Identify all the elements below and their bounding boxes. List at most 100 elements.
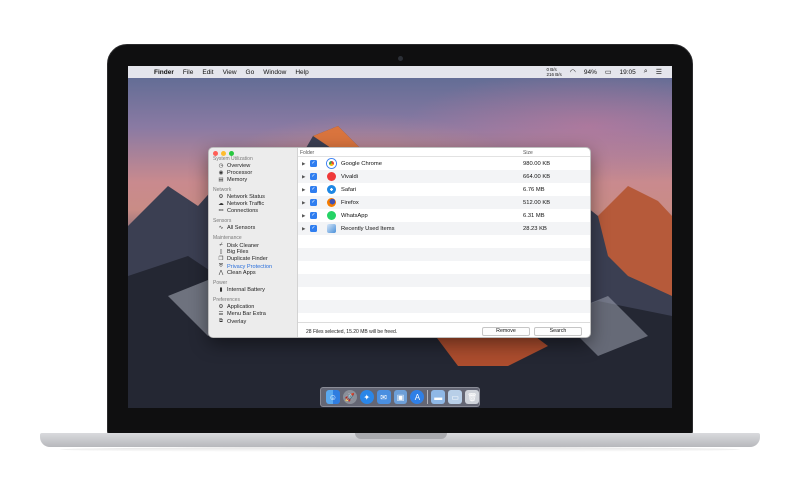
- table-row[interactable]: ▶ ✓ Vivaldi 664.00 KB: [298, 170, 590, 183]
- search-button[interactable]: Search: [534, 327, 582, 336]
- row-size: 6.76 MB: [523, 186, 545, 193]
- sidebar-item-label: All Sensors: [227, 225, 256, 231]
- shield-icon: ⛨: [218, 263, 224, 269]
- wifi-icon[interactable]: ◠: [570, 68, 576, 76]
- disclosure-triangle-icon[interactable]: ▶: [302, 200, 305, 206]
- row-name: WhatsApp: [341, 212, 368, 219]
- section-power: Power: [213, 280, 228, 286]
- sidebar-item-menu-bar-extra[interactable]: ☰ Menu Bar Extra: [218, 311, 266, 317]
- net-down: 216 B/s: [546, 72, 562, 77]
- row-size: 28.23 KB: [523, 225, 547, 232]
- table-row[interactable]: ▶ ✓ Safari 6.76 MB: [298, 183, 590, 196]
- column-size[interactable]: Size: [523, 150, 533, 156]
- sidebar-item-label: Network Traffic: [227, 201, 265, 207]
- sidebar-item-connections[interactable]: ⚯ Connections: [218, 208, 258, 214]
- sidebar-item-clean-apps[interactable]: ⋀ Clean Apps: [218, 270, 256, 276]
- empty-row: [298, 300, 590, 313]
- notification-center-icon[interactable]: ☰: [656, 68, 662, 76]
- cloud-icon: ☁: [218, 201, 224, 207]
- sidebar-item-label: Privacy Protection: [227, 263, 273, 270]
- menu-edit[interactable]: Edit: [202, 69, 213, 76]
- row-checkbox[interactable]: ✓: [310, 212, 317, 219]
- sidebar-item-label: Connections: [227, 208, 259, 214]
- desktop-screen: Finder File Edit View Go Window Help 0 B…: [128, 66, 672, 408]
- sidebar-item-label: Processor: [227, 170, 253, 176]
- launchpad-icon[interactable]: 🚀: [342, 390, 357, 404]
- mail-icon[interactable]: ✉: [376, 390, 391, 404]
- sidebar-item-overview[interactable]: ◷ Overview: [218, 163, 251, 169]
- battery-percent[interactable]: 94%: [584, 69, 597, 76]
- sidebar-item-application[interactable]: ⚙ Application: [218, 304, 255, 310]
- remove-button[interactable]: Remove: [482, 327, 530, 336]
- status-text: 28 Files selected, 15.20 MB will be free…: [306, 329, 398, 335]
- whatsapp-icon: [327, 211, 336, 220]
- row-size: 6.31 MB: [523, 212, 545, 219]
- documents-icon[interactable]: ▭: [448, 390, 463, 404]
- row-checkbox[interactable]: ✓: [310, 173, 317, 180]
- disclosure-triangle-icon[interactable]: ▶: [302, 174, 305, 180]
- row-checkbox[interactable]: ✓: [310, 186, 317, 193]
- finder-icon[interactable]: ☺: [326, 390, 340, 404]
- table-header: Folder Size: [298, 148, 590, 157]
- clock[interactable]: 19:05: [620, 69, 636, 76]
- menu-go[interactable]: Go: [246, 69, 255, 76]
- spotlight-icon[interactable]: ⌕: [644, 68, 648, 76]
- preview-icon[interactable]: ▣: [393, 390, 408, 404]
- safari-icon: [327, 185, 336, 194]
- network-speed[interactable]: 0 B/s 216 B/s: [547, 67, 562, 77]
- row-name: Safari: [341, 186, 357, 193]
- menu-finder[interactable]: Finder: [154, 69, 174, 76]
- appstore-icon[interactable]: A: [410, 390, 425, 404]
- sidebar: System Utilization ◷ Overview ◉ Processor …: [209, 148, 298, 337]
- pulse-icon: ∿: [218, 225, 224, 231]
- menu-file[interactable]: File: [183, 69, 193, 76]
- row-checkbox[interactable]: ✓: [310, 160, 317, 167]
- menu-extras: 0 B/s 216 B/s ◠ 94% ▭ 19:05 ⌕ ☰: [547, 67, 663, 77]
- sidebar-item-overlay[interactable]: ⧉ Overlay: [218, 318, 246, 325]
- disclosure-triangle-icon[interactable]: ▶: [302, 226, 305, 232]
- battery-icon[interactable]: ▭: [605, 68, 612, 76]
- sidebar-item-label: Internal Battery: [227, 287, 265, 293]
- disclosure-triangle-icon[interactable]: ▶: [302, 187, 305, 193]
- sidebar-item-internal-battery[interactable]: ▮ Internal Battery: [218, 287, 265, 293]
- table-row[interactable]: ▶ ✓ WhatsApp 6.31 MB: [298, 209, 590, 222]
- trash-icon[interactable]: 🗑: [465, 390, 479, 404]
- disclosure-triangle-icon[interactable]: ▶: [302, 213, 305, 219]
- sidebar-item-label: Big Files: [227, 249, 249, 255]
- connections-icon: ⚯: [218, 208, 224, 214]
- sidebar-item-duplicate-finder[interactable]: ❐ Duplicate Finder: [218, 256, 268, 262]
- safari-icon[interactable]: ✦: [359, 390, 374, 404]
- column-folder[interactable]: Folder: [300, 150, 314, 156]
- row-checkbox[interactable]: ✓: [310, 199, 317, 206]
- sidebar-item-processor[interactable]: ◉ Processor: [218, 170, 253, 176]
- battery-icon: ▮: [219, 287, 223, 293]
- table-row[interactable]: ▶ ✓ Google Chrome 980.00 KB: [298, 157, 590, 170]
- menu-help[interactable]: Help: [295, 69, 308, 76]
- chrome-icon: [327, 159, 336, 168]
- table-row[interactable]: ▶ ✓ Recently Used Items 28.23 KB: [298, 222, 590, 235]
- menu-window[interactable]: Window: [263, 69, 286, 76]
- sidebar-item-network-status[interactable]: ⚙ Network Status: [218, 194, 265, 200]
- menu-view[interactable]: View: [223, 69, 237, 76]
- downloads-icon[interactable]: ▬: [431, 390, 446, 404]
- disclosure-triangle-icon[interactable]: ▶: [302, 161, 305, 167]
- sidebar-item-network-traffic[interactable]: ☁ Network Traffic: [218, 201, 264, 207]
- sidebar-item-memory[interactable]: ▤ Memory: [218, 177, 247, 183]
- sidebar-item-label: Memory: [227, 177, 248, 183]
- row-checkbox[interactable]: ✓: [310, 225, 317, 232]
- sidebar-item-big-files[interactable]: ▯ Big Files: [218, 249, 248, 255]
- gear-icon: ⚙: [218, 304, 224, 310]
- sidebar-item-disk-cleaner[interactable]: ⌿ Disk Cleaner: [218, 242, 259, 249]
- sidebar-item-privacy-protection[interactable]: ⛨ Privacy Protection: [218, 263, 272, 270]
- table-row[interactable]: ▶ ✓ Firefox 512.00 KB: [298, 196, 590, 209]
- section-network: Network: [213, 187, 232, 193]
- row-size: 512.00 KB: [523, 199, 551, 206]
- empty-row: [298, 261, 590, 274]
- camera: [398, 56, 403, 61]
- network-icon: ⚙: [218, 194, 224, 200]
- sidebar-item-all-sensors[interactable]: ∿ All Sensors: [218, 225, 256, 231]
- dock: ☺ 🚀 ✦ ✉ ▣ A ▬ ▭ 🗑: [320, 387, 480, 407]
- recent-items-icon: [327, 224, 336, 233]
- row-size: 664.00 KB: [523, 173, 551, 180]
- file-icon: ▯: [219, 249, 223, 255]
